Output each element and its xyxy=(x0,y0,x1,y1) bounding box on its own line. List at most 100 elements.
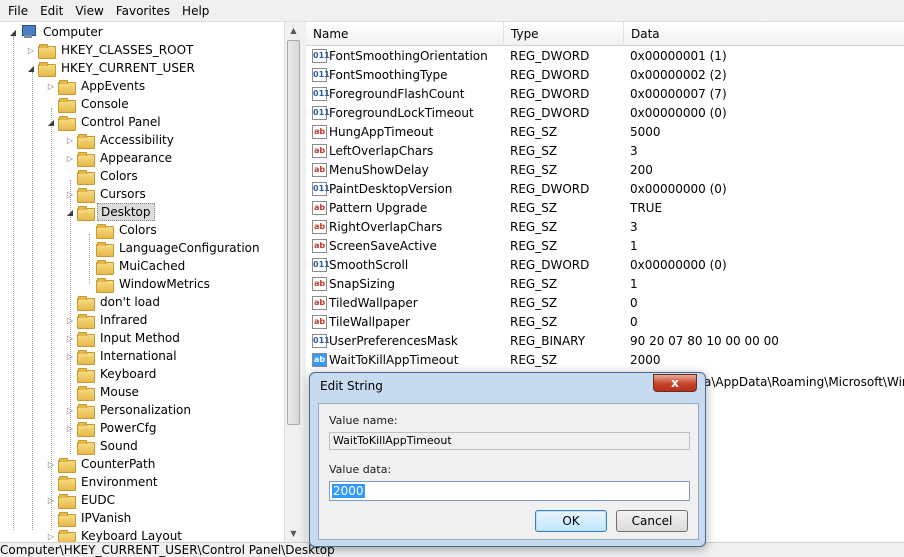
menu-edit[interactable]: Edit xyxy=(34,4,69,18)
value-type: REG_SZ xyxy=(510,353,558,367)
tree-item[interactable]: ◢ Control Panel xyxy=(46,113,164,131)
value-name: HungAppTimeout xyxy=(329,125,434,139)
collapse-arrow-icon[interactable]: ◢ xyxy=(46,117,56,127)
expand-arrow-icon[interactable]: ▷ xyxy=(65,333,75,343)
tree-item-computer[interactable]: ◢ Computer xyxy=(8,23,106,41)
menu-file[interactable]: File xyxy=(2,4,34,18)
list-row[interactable]: ab HungAppTimeout REG_SZ 5000 xyxy=(306,123,904,142)
tree-item[interactable]: ▷ EUDC xyxy=(46,491,118,509)
tree-item-label: Accessibility xyxy=(100,133,174,147)
ok-button[interactable]: OK xyxy=(535,510,607,532)
tree-item[interactable]: Colors xyxy=(65,167,141,185)
tree-item[interactable]: ▷ Cursors xyxy=(65,185,149,203)
close-button[interactable]: x xyxy=(653,374,697,392)
tree-item[interactable]: ◢ HKEY_CURRENT_USER xyxy=(26,59,198,77)
scroll-down-icon[interactable]: ▼ xyxy=(285,525,302,542)
list-row[interactable]: 011 ForegroundFlashCount REG_DWORD 0x000000… xyxy=(306,85,904,104)
tree-item[interactable]: ▷ CounterPath xyxy=(46,455,158,473)
value-name: SmoothScroll xyxy=(329,258,409,272)
tree-item[interactable]: IPVanish xyxy=(46,509,134,527)
list-row[interactable]: ab ScreenSaveActive REG_SZ 1 xyxy=(306,237,904,256)
collapse-arrow-icon[interactable]: ◢ xyxy=(26,63,36,73)
collapse-arrow-icon[interactable]: ◢ xyxy=(8,27,18,37)
list-row[interactable]: ab WaitToKillAppTimeout REG_SZ 2000 xyxy=(306,351,904,370)
expand-arrow-icon[interactable]: ▷ xyxy=(65,153,75,163)
tree-item[interactable]: ▷ Personalization xyxy=(65,401,194,419)
tree-item[interactable]: ▷ Keyboard Layout xyxy=(46,527,185,542)
tree-item[interactable]: Environment xyxy=(46,473,161,491)
list-row[interactable]: ab Pattern Upgrade REG_SZ TRUE xyxy=(306,199,904,218)
folder-icon xyxy=(77,367,95,383)
tree-item[interactable]: Keyboard xyxy=(65,365,159,383)
tree-item[interactable]: ▷ Appearance xyxy=(65,149,175,167)
expand-arrow-icon[interactable]: ▷ xyxy=(65,135,75,145)
value-data-input[interactable]: 2000 xyxy=(329,481,690,501)
list-row[interactable]: ab RightOverlapChars REG_SZ 3 xyxy=(306,218,904,237)
tree-item[interactable]: ▷ AppEvents xyxy=(46,77,148,95)
expand-arrow-icon[interactable]: ▷ xyxy=(46,459,56,469)
expand-arrow-icon[interactable]: ▷ xyxy=(46,81,56,91)
cancel-button[interactable]: Cancel xyxy=(616,510,688,532)
value-data: 0x00000000 (0) xyxy=(630,106,727,120)
tree-item[interactable]: don't load xyxy=(65,293,163,311)
list-row[interactable]: 011 PaintDesktopVersion REG_DWORD 0x0000000… xyxy=(306,180,904,199)
tree-item[interactable]: ▷ Infrared xyxy=(65,311,150,329)
tree-item[interactable]: WindowMetrics xyxy=(84,275,213,293)
value-type: REG_SZ xyxy=(510,144,558,158)
tree-item-label: Console xyxy=(81,97,129,111)
menu-help[interactable]: Help xyxy=(176,4,215,18)
tree-item[interactable]: ◢ Desktop xyxy=(65,203,155,221)
list-row[interactable]: ab LeftOverlapChars REG_SZ 3 xyxy=(306,142,904,161)
scroll-up-icon[interactable]: ▲ xyxy=(285,22,302,39)
column-header-data[interactable]: Data xyxy=(624,22,904,46)
list-row[interactable]: 011 ForegroundLockTimeout REG_DWORD 0x00000… xyxy=(306,104,904,123)
expand-arrow-icon[interactable]: ▷ xyxy=(46,531,56,541)
menu-favorites[interactable]: Favorites xyxy=(110,4,176,18)
collapse-arrow-icon[interactable]: ◢ xyxy=(65,207,75,217)
tree-item[interactable]: ▷ Input Method xyxy=(65,329,183,347)
folder-icon xyxy=(77,151,95,167)
expand-arrow-icon[interactable]: ▷ xyxy=(65,423,75,433)
value-name: TileWallpaper xyxy=(329,315,411,329)
expand-arrow-icon[interactable]: ▷ xyxy=(26,45,36,55)
tree-scrollbar[interactable]: ▲ ▼ xyxy=(284,22,301,542)
tree-item[interactable]: MuiCached xyxy=(84,257,188,275)
tree-item[interactable]: ▷ International xyxy=(65,347,180,365)
expand-arrow-icon[interactable]: ▷ xyxy=(65,405,75,415)
dword-value-icon: 011 xyxy=(312,68,330,82)
tree-item[interactable]: ▷ PowerCfg xyxy=(65,419,160,437)
scrollbar-thumb[interactable] xyxy=(287,40,300,425)
list-row[interactable]: 011 SmoothScroll REG_DWORD 0x00000000 (0) xyxy=(306,256,904,275)
column-header-name[interactable]: Name xyxy=(306,22,504,46)
list-row[interactable]: 011 FontSmoothingOrientation REG_DWORD 0x00… xyxy=(306,47,904,66)
expand-arrow-icon[interactable]: ▷ xyxy=(46,495,56,505)
tree-item-label: Computer xyxy=(43,25,103,39)
list-row[interactable]: 011 FontSmoothingType REG_DWORD 0x00000002 … xyxy=(306,66,904,85)
registry-tree[interactable]: ◢ Computer ▷ HKEY_CLASSES_ROOT ◢ HKEY_CURRE… xyxy=(0,22,284,542)
column-header-type[interactable]: Type xyxy=(504,22,624,46)
list-row[interactable]: ab TileWallpaper REG_SZ 0 xyxy=(306,313,904,332)
value-type: REG_DWORD xyxy=(510,258,590,272)
expand-arrow-icon[interactable]: ▷ xyxy=(65,351,75,361)
expand-arrow-icon[interactable]: ▷ xyxy=(65,189,75,199)
tree-item[interactable]: Mouse xyxy=(65,383,142,401)
folder-icon xyxy=(77,331,95,347)
value-name: ForegroundLockTimeout xyxy=(329,106,474,120)
tree-item[interactable]: Console xyxy=(46,95,132,113)
menu-view[interactable]: View xyxy=(69,4,109,18)
expand-arrow-icon[interactable]: ▷ xyxy=(65,315,75,325)
list-row[interactable]: ab MenuShowDelay REG_SZ 200 xyxy=(306,161,904,180)
tree-item[interactable]: LanguageConfiguration xyxy=(84,239,263,257)
list-row[interactable]: 011 UserPreferencesMask REG_BINARY 90 20 07… xyxy=(306,332,904,351)
tree-item[interactable]: Sound xyxy=(65,437,141,455)
list-row[interactable]: ab TiledWallpaper REG_SZ 0 xyxy=(306,294,904,313)
value-name: ScreenSaveActive xyxy=(329,239,437,253)
value-name: PaintDesktopVersion xyxy=(329,182,453,196)
tree-item[interactable]: ▷ Accessibility xyxy=(65,131,177,149)
value-data: 5000 xyxy=(630,125,661,139)
tree-item[interactable]: ▷ HKEY_CLASSES_ROOT xyxy=(26,41,196,59)
tree-item-label: Control Panel xyxy=(81,115,161,129)
tree-item[interactable]: Colors xyxy=(84,221,160,239)
list-row[interactable]: ab SnapSizing REG_SZ 1 xyxy=(306,275,904,294)
